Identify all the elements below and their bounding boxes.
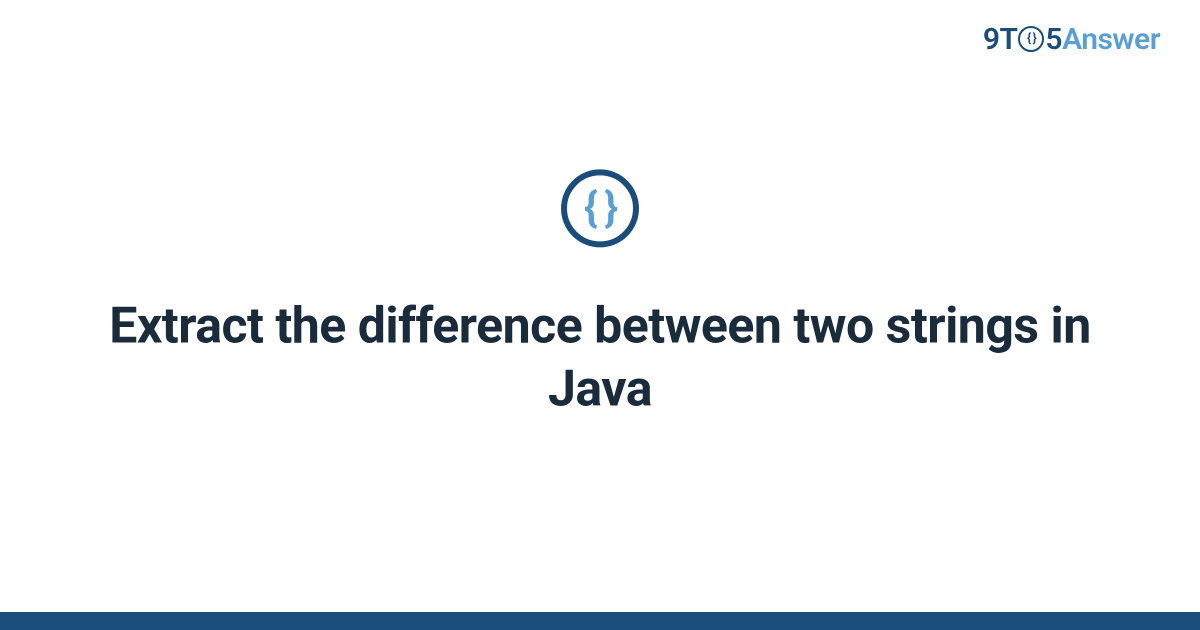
- main-content: { } Extract the difference between two s…: [0, 169, 1200, 420]
- braces-glyph: { }: [584, 187, 616, 229]
- logo-text-answer: Answer: [1062, 22, 1160, 57]
- logo-text-9t: 9T: [983, 22, 1018, 57]
- logo-circle-braces: { }: [1027, 31, 1036, 46]
- logo-text-5: 5: [1045, 22, 1062, 57]
- footer-bar: [0, 612, 1200, 630]
- code-braces-icon: { }: [561, 169, 639, 247]
- page-title: Extract the difference between two strin…: [100, 295, 1100, 420]
- site-logo: 9T { } 5 Answer: [983, 22, 1160, 57]
- logo-circle-icon: { }: [1018, 26, 1044, 52]
